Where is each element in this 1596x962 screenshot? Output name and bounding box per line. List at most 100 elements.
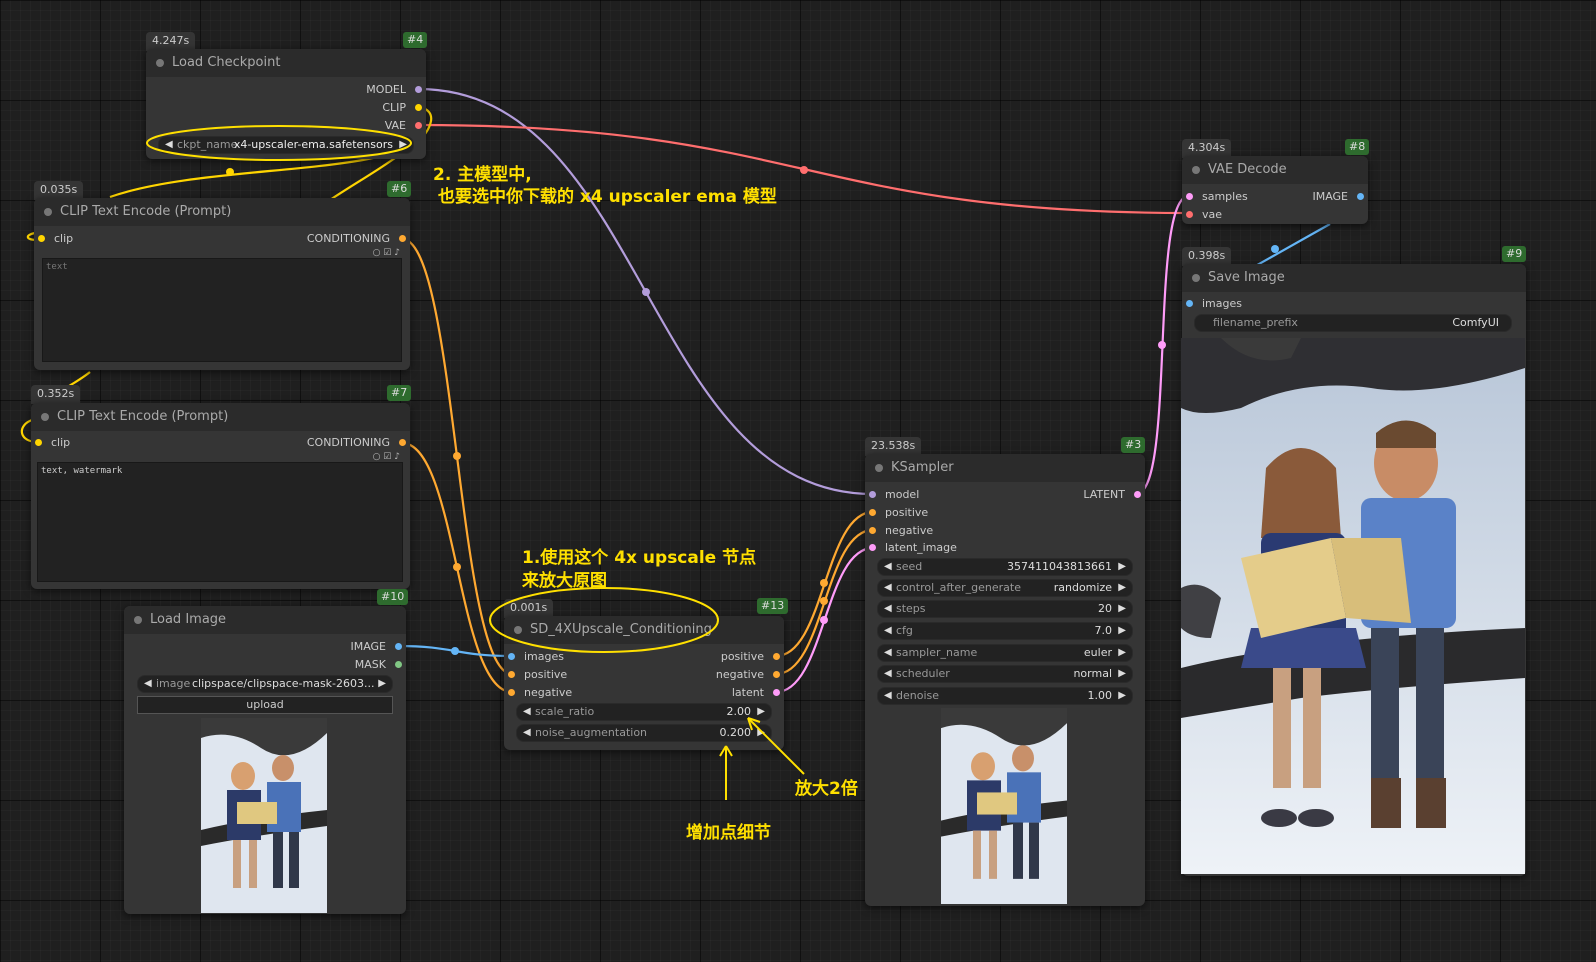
output-conditioning[interactable]: CONDITIONING: [307, 436, 406, 450]
clip-text-encode-positive-node[interactable]: CLIP Text Encode (Prompt) clip CONDITION…: [34, 198, 410, 370]
upload-button[interactable]: upload: [137, 696, 393, 714]
input-latent-image[interactable]: latent_image: [869, 541, 957, 555]
output-conditioning[interactable]: CONDITIONING: [307, 232, 406, 246]
output-negative[interactable]: negative: [716, 668, 780, 682]
input-negative[interactable]: negative: [869, 524, 933, 538]
circle-icon[interactable]: ○: [373, 452, 381, 462]
checkbox-icon[interactable]: ☑: [383, 248, 391, 258]
input-images[interactable]: images: [1186, 297, 1242, 311]
output-clip[interactable]: CLIP: [382, 101, 422, 115]
output-positive[interactable]: positive: [721, 650, 780, 664]
node-title-bar[interactable]: CLIP Text Encode (Prompt): [34, 198, 410, 226]
collapse-dot-icon[interactable]: [514, 626, 522, 634]
sd-4x-upscale-conditioning-node[interactable]: SD_4XUpscale_Conditioning images positiv…: [504, 616, 784, 750]
prompt-textarea[interactable]: text, watermark: [37, 462, 403, 582]
filename-prefix-input[interactable]: filename_prefix ComfyUI: [1194, 314, 1512, 332]
clip-pin-icon[interactable]: [415, 104, 422, 111]
seed-number[interactable]: ◀ seed 357411043813661 ▶: [877, 558, 1133, 576]
decrement-arrow-icon[interactable]: ◀: [523, 725, 531, 741]
decrement-arrow-icon[interactable]: ◀: [165, 137, 173, 153]
conditioning-pin-icon[interactable]: [773, 653, 780, 660]
conditioning-pin-icon[interactable]: [773, 671, 780, 678]
increment-arrow-icon[interactable]: ▶: [1118, 688, 1126, 704]
decrement-arrow-icon[interactable]: ◀: [884, 623, 892, 639]
collapse-dot-icon[interactable]: [156, 59, 164, 67]
speaker-icon[interactable]: ♪: [394, 452, 400, 462]
conditioning-pin-icon[interactable]: [869, 509, 876, 516]
conditioning-pin-icon[interactable]: [399, 439, 406, 446]
model-pin-icon[interactable]: [869, 491, 876, 498]
decrement-arrow-icon[interactable]: ◀: [884, 559, 892, 575]
input-negative[interactable]: negative: [508, 686, 572, 700]
decrement-arrow-icon[interactable]: ◀: [884, 601, 892, 617]
prompt-textarea[interactable]: text: [42, 258, 402, 362]
output-latent[interactable]: LATENT: [1083, 488, 1141, 502]
output-image[interactable]: IMAGE: [350, 640, 402, 654]
output-model[interactable]: MODEL: [366, 83, 422, 97]
output-latent[interactable]: latent: [732, 686, 780, 700]
node-title-bar[interactable]: Load Checkpoint: [146, 49, 426, 77]
speaker-icon[interactable]: ♪: [394, 248, 400, 258]
conditioning-pin-icon[interactable]: [869, 527, 876, 534]
output-image[interactable]: IMAGE: [1312, 190, 1364, 204]
steps-number[interactable]: ◀ steps 20 ▶: [877, 600, 1133, 618]
increment-arrow-icon[interactable]: ▶: [1118, 666, 1126, 682]
latent-pin-icon[interactable]: [869, 544, 876, 551]
image-pin-icon[interactable]: [395, 643, 402, 650]
conditioning-pin-icon[interactable]: [399, 235, 406, 242]
input-images[interactable]: images: [508, 650, 564, 664]
model-pin-icon[interactable]: [415, 86, 422, 93]
increment-arrow-icon[interactable]: ▶: [1118, 559, 1126, 575]
image-combo[interactable]: ◀ image clipspace/clipspace-mask-2603...…: [137, 675, 393, 693]
increment-arrow-icon[interactable]: ▶: [1118, 601, 1126, 617]
decrement-arrow-icon[interactable]: ◀: [523, 704, 531, 720]
decrement-arrow-icon[interactable]: ◀: [144, 676, 152, 692]
vae-pin-icon[interactable]: [1186, 211, 1193, 218]
node-title-bar[interactable]: Load Image: [124, 606, 406, 634]
increment-arrow-icon[interactable]: ▶: [1118, 623, 1126, 639]
increment-arrow-icon[interactable]: ▶: [378, 676, 386, 692]
increment-arrow-icon[interactable]: ▶: [399, 137, 407, 153]
decrement-arrow-icon[interactable]: ◀: [884, 666, 892, 682]
input-clip[interactable]: clip: [38, 232, 73, 246]
node-title-bar[interactable]: KSampler: [865, 454, 1145, 482]
clip-text-encode-negative-node[interactable]: CLIP Text Encode (Prompt) clip CONDITION…: [31, 403, 410, 589]
sampler-name-combo[interactable]: ◀ sampler_name euler ▶: [877, 644, 1133, 662]
input-positive[interactable]: positive: [508, 668, 567, 682]
collapse-dot-icon[interactable]: [1192, 166, 1200, 174]
collapse-dot-icon[interactable]: [41, 413, 49, 421]
clip-pin-icon[interactable]: [38, 235, 45, 242]
scheduler-combo[interactable]: ◀ scheduler normal ▶: [877, 665, 1133, 683]
image-pin-icon[interactable]: [508, 653, 515, 660]
input-samples[interactable]: samples: [1186, 190, 1248, 204]
input-vae[interactable]: vae: [1186, 208, 1222, 222]
decrement-arrow-icon[interactable]: ◀: [884, 645, 892, 661]
vae-pin-icon[interactable]: [415, 122, 422, 129]
denoise-number[interactable]: ◀ denoise 1.00 ▶: [877, 687, 1133, 705]
node-title-bar[interactable]: CLIP Text Encode (Prompt): [31, 403, 410, 431]
output-mask[interactable]: MASK: [355, 658, 402, 672]
increment-arrow-icon[interactable]: ▶: [1118, 580, 1126, 596]
node-title-bar[interactable]: Save Image: [1182, 264, 1526, 292]
image-pin-icon[interactable]: [1186, 300, 1193, 307]
collapse-dot-icon[interactable]: [134, 616, 142, 624]
increment-arrow-icon[interactable]: ▶: [757, 725, 765, 741]
latent-pin-icon[interactable]: [1134, 491, 1141, 498]
control-after-generate-combo[interactable]: ◀ control_after_generate randomize ▶: [877, 579, 1133, 597]
scale-ratio-number[interactable]: ◀ scale_ratio 2.00 ▶: [516, 703, 772, 721]
collapse-dot-icon[interactable]: [875, 464, 883, 472]
noise-augmentation-number[interactable]: ◀ noise_augmentation 0.200 ▶: [516, 724, 772, 742]
clip-pin-icon[interactable]: [35, 439, 42, 446]
decrement-arrow-icon[interactable]: ◀: [884, 580, 892, 596]
conditioning-pin-icon[interactable]: [508, 689, 515, 696]
input-clip[interactable]: clip: [35, 436, 70, 450]
mask-pin-icon[interactable]: [395, 661, 402, 668]
load-checkpoint-node[interactable]: Load Checkpoint MODEL CLIP VAE ◀ ckpt_na…: [146, 49, 426, 159]
circle-icon[interactable]: ○: [373, 248, 381, 258]
increment-arrow-icon[interactable]: ▶: [757, 704, 765, 720]
node-title-bar[interactable]: VAE Decode: [1182, 156, 1368, 184]
collapse-dot-icon[interactable]: [44, 208, 52, 216]
latent-pin-icon[interactable]: [773, 689, 780, 696]
input-positive[interactable]: positive: [869, 506, 928, 520]
image-pin-icon[interactable]: [1357, 193, 1364, 200]
